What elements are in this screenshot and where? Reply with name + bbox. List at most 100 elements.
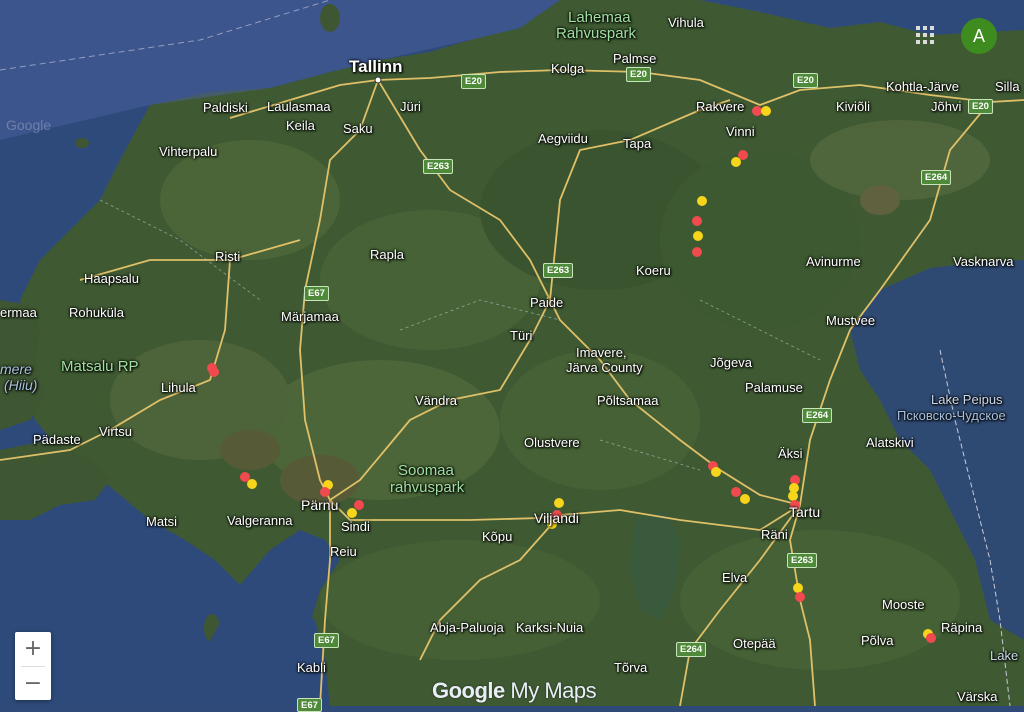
map-canvas[interactable] <box>0 0 1024 706</box>
islet <box>320 4 340 32</box>
label-karksi: Karksi-Nuia <box>516 620 584 635</box>
road-shield-e264: E264 <box>676 642 707 657</box>
label-polva: Põlva <box>861 633 894 648</box>
label-lahemaa: Lahemaa <box>568 9 631 26</box>
map-marker[interactable] <box>731 157 741 167</box>
label-rapina: Räpina <box>941 620 983 635</box>
label-kohtla: Kohtla-Järve <box>886 79 959 94</box>
google-my-maps-logo: Google My Maps <box>432 678 597 704</box>
label-sindi: Sindi <box>341 519 370 534</box>
label-koeru: Koeru <box>636 263 671 278</box>
label-keila: Keila <box>286 118 315 133</box>
map-marker[interactable] <box>740 494 750 504</box>
label-varska: Värska <box>957 689 998 704</box>
road-shield-e20: E20 <box>626 67 651 82</box>
label-imavere: Imavere, <box>576 345 627 360</box>
label-peipus: Lake Peipus <box>931 392 1003 407</box>
label-haapsalu: Haapsalu <box>84 271 139 286</box>
label-torva: Tõrva <box>614 660 648 675</box>
map-marker[interactable] <box>554 498 564 508</box>
label-viljandi: Viljandi <box>534 510 579 526</box>
map-marker[interactable] <box>347 508 357 518</box>
label-hiiu: (Hiiu) <box>4 377 38 393</box>
label-mere: mere <box>0 361 32 377</box>
label-rohukula: Rohuküla <box>69 305 124 320</box>
road-shield-e263: E263 <box>787 553 818 568</box>
label-jogeva: Jõgeva <box>710 355 752 370</box>
label-tapa: Tapa <box>623 136 652 151</box>
zoom-out-button[interactable]: − <box>15 667 51 701</box>
label-valgeranna: Valgeranna <box>227 513 293 528</box>
map-marker[interactable] <box>793 583 803 593</box>
apps-grid-icon[interactable] <box>914 24 936 46</box>
label-risti: Risti <box>215 249 241 264</box>
label-kopu: Kõpu <box>482 529 513 544</box>
map-marker[interactable] <box>320 487 330 497</box>
label-tartu: Tartu <box>789 504 821 520</box>
road-shield-e67: E67 <box>314 633 339 648</box>
road-shield-e264: E264 <box>802 408 833 423</box>
label-ermaa: ermaa <box>0 305 37 320</box>
label-poltsamaa: Põltsamaa <box>597 393 659 408</box>
zoom-control: + − <box>15 632 51 700</box>
my-maps-text: My Maps <box>504 678 597 703</box>
map-marker[interactable] <box>926 633 936 643</box>
label-lake: Lake <box>990 648 1019 663</box>
label-tallinn: Tallinn <box>349 57 403 76</box>
label-virtsu: Virtsu <box>99 424 132 439</box>
label-avinurme: Avinurme <box>806 254 861 269</box>
zoom-in-button[interactable]: + <box>15 632 51 666</box>
map-marker[interactable] <box>209 367 219 377</box>
road-shield-e263: E263 <box>423 159 454 174</box>
map-marker[interactable] <box>711 467 721 477</box>
label-matsi: Matsi <box>146 514 178 529</box>
map-marker[interactable] <box>697 196 707 206</box>
label-elva: Elva <box>722 570 748 585</box>
google-watermark: Google <box>6 117 52 133</box>
map-marker[interactable] <box>354 500 364 510</box>
label-vasknarva: Vasknarva <box>953 254 1014 269</box>
label-paide: Paide <box>530 295 564 310</box>
label-kolga: Kolga <box>551 61 585 76</box>
road-shield-e263: E263 <box>543 263 574 278</box>
label-laulasmaa: Laulasmaa <box>267 99 331 114</box>
label-juri: Jüri <box>400 99 421 114</box>
map-marker[interactable] <box>795 592 805 602</box>
label-parnu: Pärnu <box>301 497 339 513</box>
road-shield-e67: E67 <box>297 698 322 712</box>
label-abja: Abja-Paluoja <box>430 620 504 635</box>
road-shield-e20: E20 <box>968 99 993 114</box>
label-otepaa: Otepää <box>733 636 776 651</box>
label-alatskivi: Alatskivi <box>866 435 914 450</box>
islet <box>75 138 89 148</box>
avatar[interactable]: A <box>961 18 997 54</box>
map-marker[interactable] <box>247 479 257 489</box>
road-shield-e67: E67 <box>304 286 329 301</box>
map-marker[interactable] <box>761 106 771 116</box>
map-marker[interactable] <box>692 247 702 257</box>
label-olustvere: Olustvere <box>524 435 580 450</box>
label-rakvere: Rakvere <box>696 99 745 114</box>
map-marker[interactable] <box>693 231 703 241</box>
road-shield-e264: E264 <box>921 170 952 185</box>
label-vinni: Vinni <box>726 124 755 139</box>
label-mustvee: Mustvee <box>826 313 876 328</box>
map-marker[interactable] <box>692 216 702 226</box>
label-rani: Räni <box>761 527 788 542</box>
map-marker[interactable] <box>731 487 741 497</box>
map-marker[interactable] <box>752 106 762 116</box>
road-shield-e20: E20 <box>461 74 486 89</box>
label-vihula: Vihula <box>668 15 704 30</box>
map-marker[interactable] <box>788 491 798 501</box>
label-matsalu: Matsalu RP <box>61 358 139 375</box>
google-logo-text: Google <box>432 678 505 703</box>
label-soomaa-2: rahvuspark <box>390 479 465 496</box>
road-shield-e20: E20 <box>793 73 818 88</box>
label-imavere-2: Järva County <box>566 360 643 375</box>
label-soomaa: Soomaa <box>398 462 454 479</box>
label-vandra: Vändra <box>415 393 457 408</box>
label-kivioli: Kiviõli <box>836 99 870 114</box>
label-marjamaa: Märjamaa <box>281 309 339 324</box>
label-aksi: Äksi <box>778 446 803 461</box>
label-lahemaa-2: Rahvuspark <box>556 25 637 42</box>
